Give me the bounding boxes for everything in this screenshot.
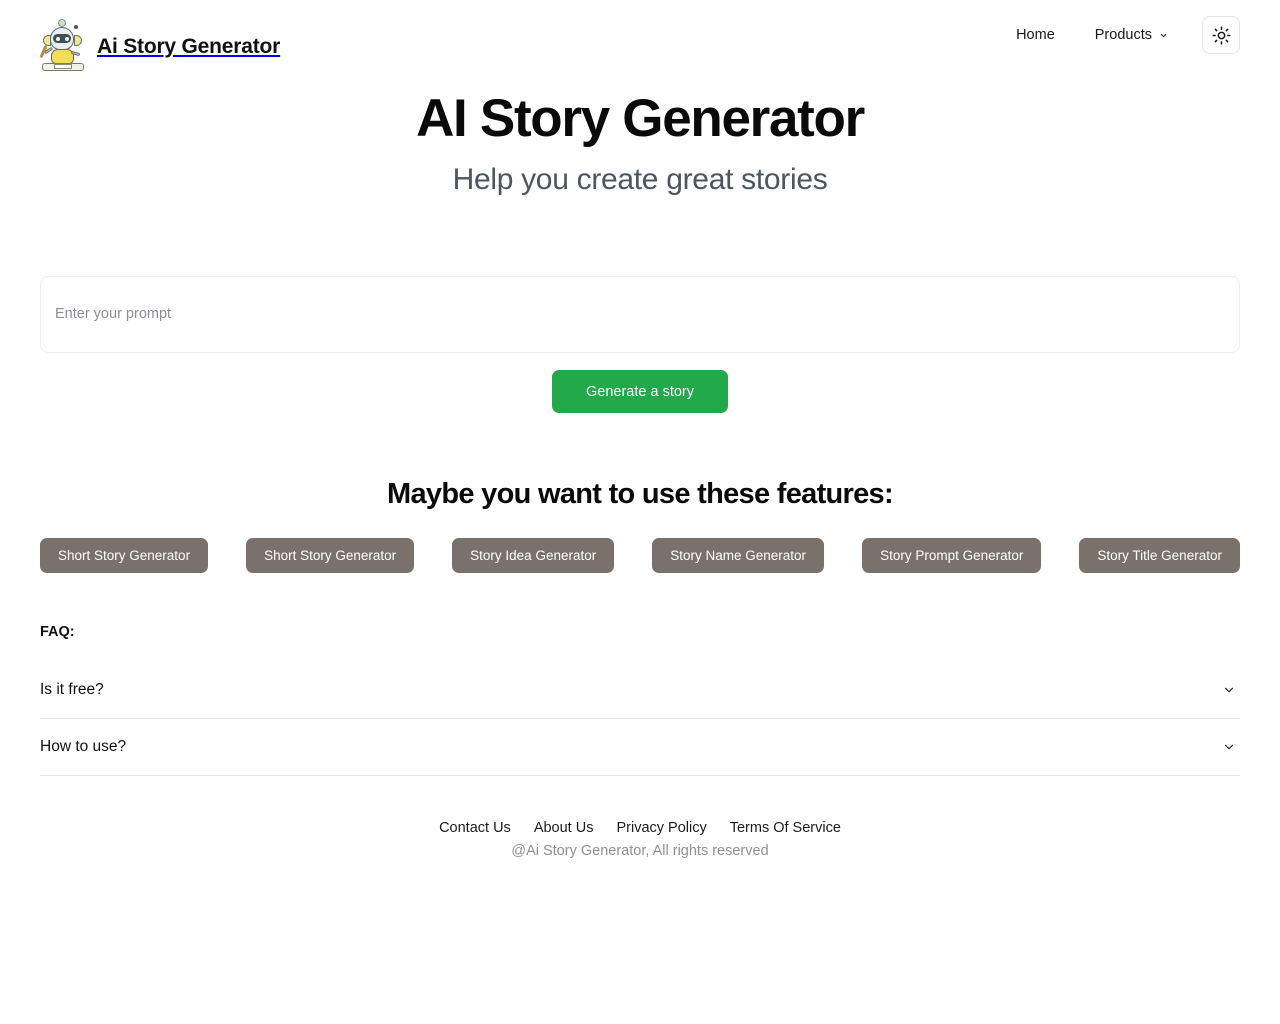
prompt-input[interactable] xyxy=(40,276,1240,353)
faq-item[interactable]: Is it free? xyxy=(40,662,1240,719)
main-nav: Home Products xyxy=(996,16,1240,54)
theme-toggle-button[interactable] xyxy=(1202,16,1240,54)
brand-logo-link[interactable]: Ai Story Generator xyxy=(39,19,281,75)
feature-button[interactable]: Story Prompt Generator xyxy=(862,538,1042,573)
faq-heading: FAQ: xyxy=(40,624,75,640)
footer-link-privacy-policy[interactable]: Privacy Policy xyxy=(616,820,706,836)
footer-link-contact-us[interactable]: Contact Us xyxy=(439,820,511,836)
faq-question: Is it free? xyxy=(40,681,104,698)
nav-item-products-label: Products xyxy=(1094,27,1152,43)
features-heading: Maybe you want to use these features: xyxy=(387,478,894,510)
chevron-down-icon xyxy=(1160,33,1167,37)
copyright-text: @Ai Story Generator, All rights reserved xyxy=(511,843,769,859)
sun-icon xyxy=(1212,26,1230,44)
footer-link-terms-of-service[interactable]: Terms Of Service xyxy=(730,820,841,836)
faq-section: FAQ: Is it free? How to use? xyxy=(40,624,1240,776)
nav-item-home[interactable]: Home xyxy=(996,19,1075,51)
feature-button[interactable]: Story Idea Generator xyxy=(452,538,615,573)
faq-question: How to use? xyxy=(40,738,127,755)
robot-writing-icon xyxy=(39,19,86,73)
nav-item-products[interactable]: Products xyxy=(1075,19,1188,51)
faq-item[interactable]: How to use? xyxy=(40,719,1240,776)
feature-button[interactable]: Short Story Generator xyxy=(246,538,415,573)
features-list: Short Story Generator Short Story Genera… xyxy=(40,538,1240,573)
feature-button[interactable]: Story Title Generator xyxy=(1079,538,1240,573)
feature-button[interactable]: Short Story Generator xyxy=(40,538,209,573)
page-title: AI Story Generator xyxy=(416,89,865,148)
page-subtitle: Help you create great stories xyxy=(452,162,828,196)
footer-links: Contact Us About Us Privacy Policy Terms… xyxy=(0,820,1280,836)
footer-link-about-us[interactable]: About Us xyxy=(534,820,594,836)
page-root: Ai Story Generator Home Products AI Stor… xyxy=(0,0,1280,1024)
chevron-down-icon[interactable] xyxy=(1222,683,1236,697)
brand-name: Ai Story Generator xyxy=(97,35,281,58)
site-header: Ai Story Generator Home Products xyxy=(0,0,1280,90)
chevron-down-icon[interactable] xyxy=(1222,740,1236,754)
generate-story-button[interactable]: Generate a story xyxy=(552,370,728,413)
feature-button[interactable]: Story Name Generator xyxy=(652,538,825,573)
site-footer: Contact Us About Us Privacy Policy Terms… xyxy=(0,820,1280,859)
hero-section: AI Story Generator Help you create great… xyxy=(0,88,1280,197)
prompt-field-wrapper xyxy=(40,276,1240,353)
